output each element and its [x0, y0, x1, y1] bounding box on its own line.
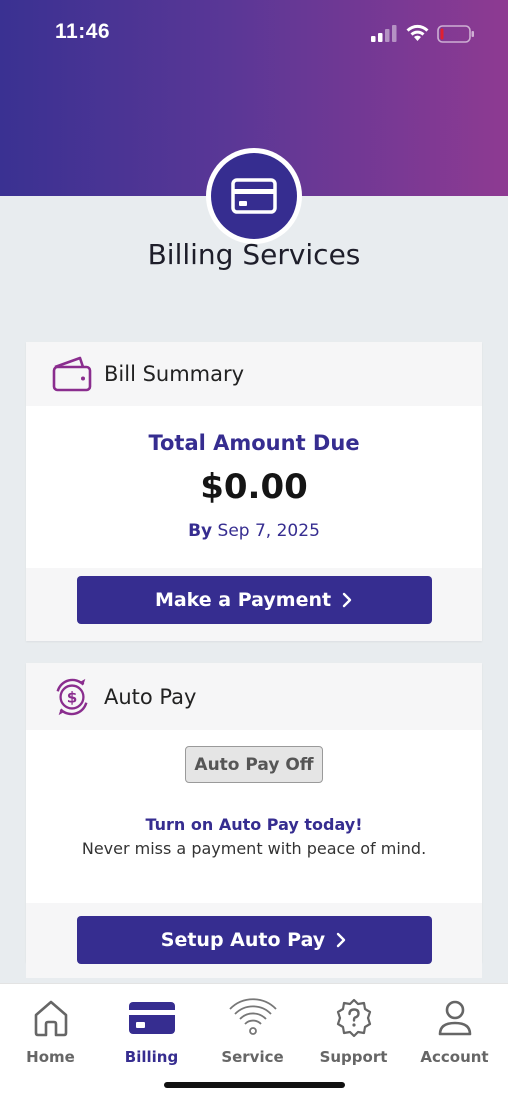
bill-summary-card: Bill Summary Total Amount Due $0.00 By S…	[26, 342, 482, 641]
make-payment-label: Make a Payment	[154, 588, 332, 611]
setup-auto-pay-label: Setup Auto Pay	[160, 929, 326, 951]
battery-icon	[437, 25, 474, 43]
make-payment-button[interactable]: Make a Payment	[76, 575, 432, 624]
tab-account[interactable]: Account	[404, 996, 505, 1066]
tab-support[interactable]: Support	[303, 996, 404, 1066]
svg-text:$: $	[67, 688, 78, 706]
status-time: 11:46	[55, 20, 111, 43]
amount-due-value: $0.00	[200, 467, 308, 507]
tab-billing[interactable]: Billing	[101, 996, 202, 1066]
auto-pay-header: $ Auto Pay	[26, 663, 482, 730]
home-indicator[interactable]	[164, 1082, 345, 1088]
auto-pay-body: Auto Pay Off Turn on Auto Pay today! Nev…	[26, 746, 482, 903]
help-icon	[334, 996, 374, 1039]
due-date: Sep 7, 2025	[217, 521, 320, 541]
auto-pay-promo-title: Turn on Auto Pay today!	[145, 815, 363, 834]
due-date-line: By Sep 7, 2025	[26, 521, 482, 541]
status-bar: 11:46	[0, 0, 508, 66]
bill-summary-footer: Make a Payment	[26, 568, 482, 641]
wifi-status-icon	[406, 24, 429, 41]
page-title: Billing Services	[147, 238, 361, 271]
tab-billing-label: Billing	[124, 1048, 179, 1066]
tab-service[interactable]: Service	[202, 996, 303, 1066]
home-icon	[32, 996, 70, 1039]
tab-account-label: Account	[420, 1048, 489, 1066]
chevron-right-icon	[337, 932, 346, 948]
credit-card-icon	[128, 996, 176, 1039]
auto-pay-title: Auto Pay	[104, 684, 197, 709]
tab-support-label: Support	[319, 1048, 388, 1066]
bill-summary-title: Bill Summary	[104, 362, 245, 386]
auto-pay-card: $ Auto Pay Auto Pay Off Turn on Auto Pay…	[26, 663, 482, 978]
recurring-payment-icon: $	[52, 677, 92, 717]
billing-hero-badge	[206, 148, 302, 244]
tab-service-label: Service	[221, 1048, 284, 1066]
bill-summary-header: Bill Summary	[26, 342, 482, 406]
bill-summary-body: Total Amount Due $0.00 By Sep 7, 2025	[26, 406, 482, 568]
auto-pay-footer: Setup Auto Pay	[26, 903, 482, 978]
auto-pay-promo-subtitle: Never miss a payment with peace of mind.	[81, 839, 427, 858]
person-icon	[435, 996, 475, 1039]
wallet-icon	[52, 354, 92, 394]
chevron-right-icon	[342, 592, 352, 607]
credit-card-icon	[231, 178, 277, 214]
amount-due-label: Total Amount Due	[148, 431, 360, 455]
due-prefix: By	[188, 521, 213, 541]
auto-pay-status-badge: Auto Pay Off	[185, 746, 323, 783]
wifi-icon	[227, 996, 279, 1039]
setup-auto-pay-button[interactable]: Setup Auto Pay	[76, 916, 432, 964]
tab-home-label: Home	[26, 1048, 75, 1066]
tab-home[interactable]: Home	[0, 996, 101, 1066]
cellular-signal-icon	[371, 25, 397, 42]
